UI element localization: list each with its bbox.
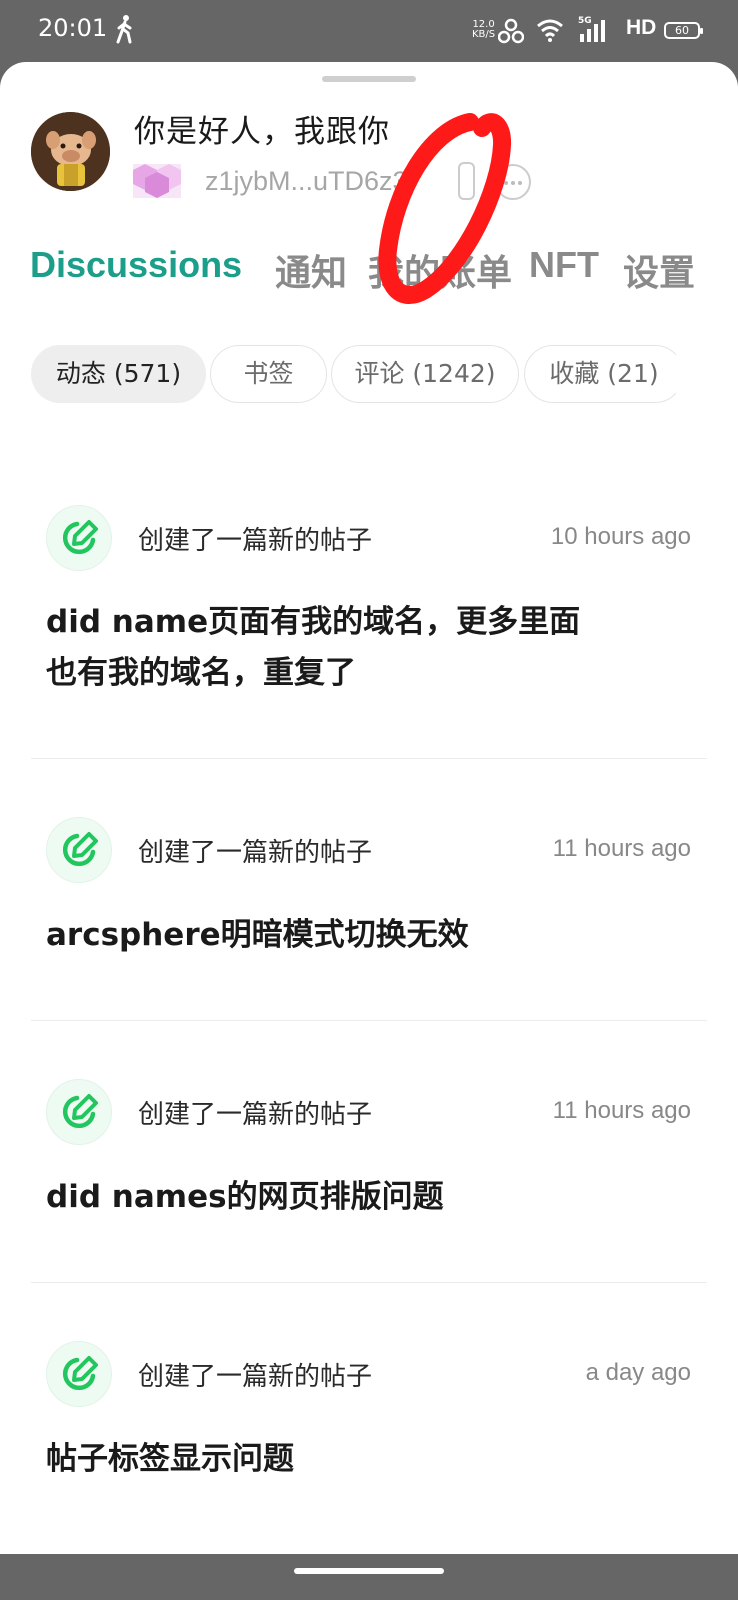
feed-title[interactable]: did names的网页排版问题	[46, 1172, 606, 1223]
status-bar: 20:01 12.0 KB/S 5G HD 60	[0, 0, 738, 62]
copy-icon[interactable]	[458, 162, 475, 200]
feed-title[interactable]: did name页面有我的域名，更多里面也有我的域名，重复了	[46, 597, 606, 699]
feed-action: 创建了一篇新的帖子	[138, 838, 373, 868]
feed-time: 10 hours ago	[550, 523, 691, 550]
net-speed: 12.0 KB/S	[472, 20, 495, 40]
filter-comments[interactable]: 评论 (1242)	[331, 345, 519, 403]
tab-notifications[interactable]: 通知	[275, 244, 347, 296]
divider	[31, 1282, 707, 1283]
edit-post-icon	[46, 1341, 112, 1407]
edit-post-icon	[46, 817, 112, 883]
more-options-icon[interactable]	[495, 164, 531, 200]
did-address: z1jybM...uTD6z3	[205, 166, 408, 196]
feed-title[interactable]: 帖子标签显示问题	[46, 1434, 606, 1485]
feed-action: 创建了一篇新的帖子	[138, 1100, 373, 1130]
filter-favorites[interactable]: 收藏 (21)	[524, 345, 676, 403]
divider	[31, 1020, 707, 1021]
profile-sheet: 你是好人，我跟你 z1jybM...uTD6z3 Discussions 通知 …	[0, 62, 738, 1554]
signal-icon	[580, 20, 605, 42]
filter-activity[interactable]: 动态 (571)	[31, 345, 206, 403]
did-badge-icon	[133, 164, 181, 198]
edit-post-icon	[46, 1079, 112, 1145]
wifi-icon	[537, 19, 563, 42]
feed-time: 11 hours ago	[552, 835, 691, 862]
status-time: 20:01	[38, 14, 108, 42]
tab-settings[interactable]: 设置	[623, 244, 695, 296]
link-icon	[498, 18, 524, 44]
tab-discussions[interactable]: Discussions	[30, 244, 242, 286]
tab-my-bills[interactable]: 我的账单	[368, 244, 512, 296]
home-indicator[interactable]	[294, 1568, 444, 1574]
feed-action: 创建了一篇新的帖子	[138, 526, 373, 556]
edit-post-icon	[46, 505, 112, 571]
feed-action: 创建了一篇新的帖子	[138, 1362, 373, 1392]
profile-name: 你是好人，我跟你	[134, 114, 390, 150]
navigation-bar	[0, 1554, 738, 1600]
avatar-image	[31, 112, 110, 191]
net-speed-unit: KB/S	[472, 29, 496, 40]
feed-time: 11 hours ago	[552, 1097, 691, 1124]
tab-nft[interactable]: NFT	[529, 244, 599, 286]
feed-title[interactable]: arcsphere明暗模式切换无效	[46, 910, 606, 961]
filter-bookmarks[interactable]: 书签	[210, 345, 327, 403]
walk-icon	[116, 15, 132, 44]
battery-icon: 60	[664, 22, 703, 39]
hd-indicator: HD	[626, 16, 657, 39]
avatar[interactable]	[31, 112, 110, 191]
feed-time: a day ago	[585, 1359, 691, 1386]
filter-chips: 动态 (571) 书签 评论 (1242) 收藏 (21)	[31, 345, 676, 405]
drag-handle[interactable]	[322, 76, 416, 82]
divider	[31, 758, 707, 759]
